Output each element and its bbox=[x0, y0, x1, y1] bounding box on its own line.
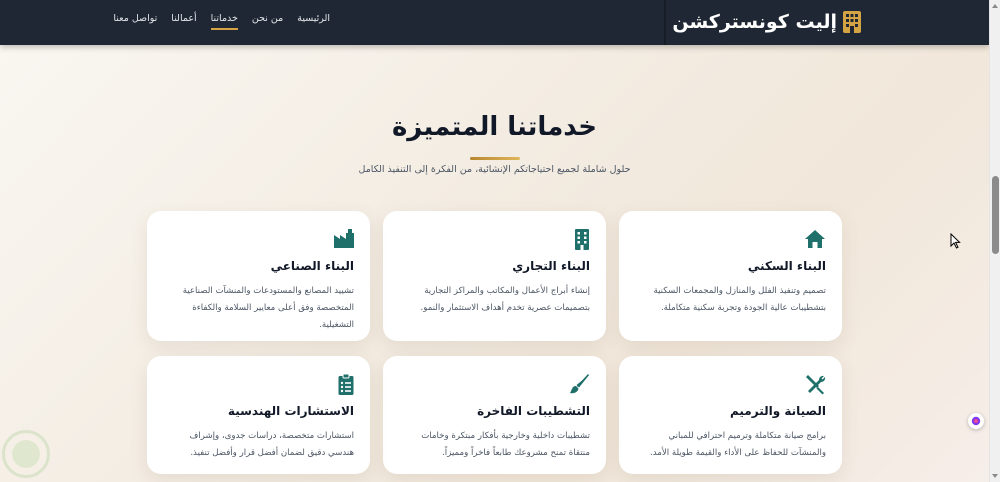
nav-services[interactable]: خدماتنا bbox=[210, 13, 239, 30]
mouse-cursor-icon bbox=[950, 233, 961, 249]
paint-brush-icon bbox=[399, 374, 590, 396]
building-icon bbox=[843, 11, 861, 33]
tools-icon bbox=[635, 374, 826, 396]
scroll-up-arrow-icon[interactable] bbox=[992, 4, 998, 8]
brand-logo[interactable]: إليت كونستركشن bbox=[672, 10, 861, 34]
card-description: تصميم وتنفيذ الفلل والمنازل والمجمعات ال… bbox=[653, 286, 826, 313]
page-scrollbar[interactable] bbox=[989, 0, 1000, 482]
service-card-residential[interactable]: البناء السكني تصميم وتنفيذ الفلل والمناز… bbox=[619, 211, 842, 341]
globe-icon bbox=[971, 416, 981, 426]
nav-projects[interactable]: أعمالنا bbox=[171, 13, 196, 30]
card-title: البناء السكني bbox=[747, 259, 826, 273]
floating-assistant-button[interactable] bbox=[968, 413, 984, 429]
card-title: الصيانة والترميم bbox=[730, 404, 826, 418]
service-card-maintenance[interactable]: الصيانة والترميم برامج صيانة متكاملة وتر… bbox=[619, 356, 842, 474]
home-icon bbox=[635, 229, 826, 251]
site-header: إليت كونستركشن الرئيسية من نحن خدماتنا أ… bbox=[0, 0, 989, 45]
card-title: البناء الصناعي bbox=[270, 259, 354, 273]
card-title: الاستشارات الهندسية bbox=[227, 404, 354, 418]
main-nav: الرئيسية من نحن خدماتنا أعمالنا تواصل مع… bbox=[113, 13, 330, 30]
nav-home[interactable]: الرئيسية bbox=[297, 13, 330, 30]
nav-contact[interactable]: تواصل معنا bbox=[113, 13, 157, 30]
title-underline bbox=[470, 157, 520, 160]
watermark-logo bbox=[2, 430, 50, 478]
card-title: التشطيبات الفاخرة bbox=[477, 404, 590, 418]
scroll-down-arrow-icon[interactable] bbox=[992, 474, 998, 478]
card-description: تشييد المصانع والمستودعات والمنشآت الصنا… bbox=[182, 286, 354, 330]
card-title: البناء التجاري bbox=[512, 259, 590, 273]
brand-name: إليت كونستركشن bbox=[672, 11, 837, 33]
section-subtitle: حلول شاملة لجميع احتياجاتكم الإنشائية، م… bbox=[358, 164, 631, 175]
nav-about[interactable]: من نحن bbox=[252, 13, 283, 30]
card-description: تشطيبات داخلية وخارجية بأفكار مبتكرة وخا… bbox=[421, 431, 590, 458]
header-divider bbox=[664, 0, 666, 45]
service-card-industrial[interactable]: البناء الصناعي تشييد المصانع والمستودعات… bbox=[147, 211, 370, 341]
card-description: استشارات متخصصة، دراسات جدوى، وإشراف هند… bbox=[189, 431, 354, 458]
clipboard-list-icon bbox=[163, 374, 354, 396]
card-description: برامج صيانة متكاملة وترميم احترافي للمبا… bbox=[649, 431, 826, 458]
section-title: خدماتنا المتميزة bbox=[391, 112, 598, 142]
factory-icon bbox=[163, 229, 354, 251]
service-card-finishing[interactable]: التشطيبات الفاخرة تشطيبات داخلية وخارجية… bbox=[383, 356, 606, 474]
service-card-consulting[interactable]: الاستشارات الهندسية استشارات متخصصة، درا… bbox=[147, 356, 370, 474]
office-building-icon bbox=[399, 229, 590, 251]
card-description: إنشاء أبراج الأعمال والمكاتب والمراكز ال… bbox=[420, 286, 590, 313]
service-card-commercial[interactable]: البناء التجاري إنشاء أبراج الأعمال والمك… bbox=[383, 211, 606, 341]
scrollbar-thumb[interactable] bbox=[992, 176, 999, 254]
